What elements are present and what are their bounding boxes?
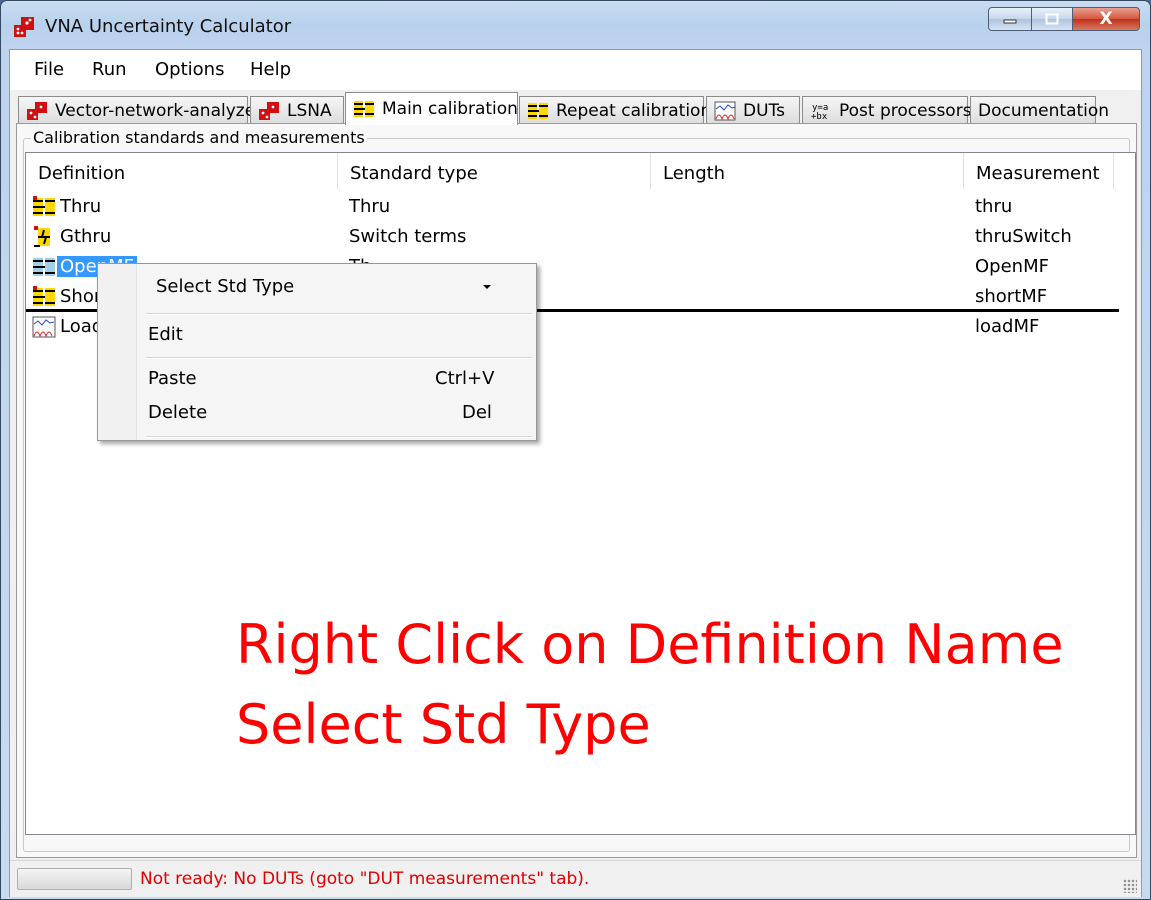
standards-list[interactable]: Definition Standard type Length Measurem… bbox=[25, 152, 1136, 835]
cell-standard-type: Thru bbox=[349, 196, 391, 217]
main-window: VNA Uncertainty Calculator X File Run Op… bbox=[0, 0, 1151, 900]
column-measurement[interactable]: Measurement bbox=[964, 153, 1114, 189]
cell-definition: Thru bbox=[60, 196, 102, 217]
tab-duts[interactable]: DUTs bbox=[706, 96, 800, 124]
menu-separator bbox=[146, 436, 532, 438]
tab-label: Repeat calibration bbox=[556, 100, 712, 121]
app-icon bbox=[14, 17, 34, 37]
calibration-icon bbox=[528, 102, 548, 119]
column-standard-type[interactable]: Standard type bbox=[338, 153, 651, 189]
progress-bar bbox=[17, 868, 132, 890]
vna-icon bbox=[27, 101, 47, 120]
graph-icon bbox=[32, 316, 56, 338]
tab-post-processors[interactable]: y=a +bx Post processors bbox=[802, 96, 972, 124]
annotation-line-2: Select Std Type bbox=[236, 693, 651, 756]
paste-shortcut: Ctrl+V bbox=[435, 368, 495, 389]
table-row[interactable]: Thru Thru thru bbox=[26, 193, 1135, 223]
menu-run[interactable]: Run bbox=[92, 59, 127, 80]
table-row[interactable]: Gthru Switch terms thruSwitch bbox=[26, 223, 1135, 253]
status-bar: Not ready: No DUTs (goto "DUT measuremen… bbox=[10, 860, 1141, 897]
status-text: Not ready: No DUTs (goto "DUT measuremen… bbox=[140, 869, 590, 889]
cell-definition: Gthru bbox=[60, 226, 112, 247]
window-controls: X bbox=[988, 7, 1140, 31]
cell-measurement: OpenMF bbox=[975, 256, 1049, 277]
group-label: Calibration standards and measurements bbox=[31, 128, 367, 147]
list-header: Definition Standard type Length Measurem… bbox=[26, 153, 1135, 189]
tab-documentation[interactable]: Documentation bbox=[970, 96, 1109, 124]
annotation-line-1: Right Click on Definition Name bbox=[236, 613, 1064, 676]
cell-measurement: loadMF bbox=[975, 316, 1040, 337]
cell-standard-type: Switch terms bbox=[349, 226, 467, 247]
title-bar[interactable]: VNA Uncertainty Calculator X bbox=[1, 1, 1150, 49]
switch-icon bbox=[34, 226, 50, 247]
svg-text:+bx: +bx bbox=[811, 112, 828, 121]
cell-measurement: thru bbox=[975, 196, 1013, 217]
context-paste[interactable]: Paste bbox=[148, 368, 197, 389]
column-definition[interactable]: Definition bbox=[26, 153, 338, 189]
close-button[interactable]: X bbox=[1072, 7, 1140, 31]
tab-label: Documentation bbox=[978, 100, 1110, 121]
main-calibration-panel: Calibration standards and measurements D… bbox=[16, 123, 1137, 858]
tab-repeat-calibration[interactable]: Repeat calibration bbox=[519, 96, 711, 124]
context-edit[interactable]: Edit bbox=[148, 324, 183, 345]
tab-label: Main calibration bbox=[382, 99, 518, 119]
cell-measurement: shortMF bbox=[975, 286, 1048, 307]
tab-label: DUTs bbox=[743, 100, 785, 121]
tab-label: Post processors bbox=[839, 100, 972, 121]
delete-shortcut: Del bbox=[462, 402, 492, 423]
menu-file[interactable]: File bbox=[34, 59, 64, 80]
menu-separator bbox=[146, 313, 532, 315]
client-area: File Run Options Help Vector-network-ana… bbox=[9, 49, 1142, 897]
cell-measurement: thruSwitch bbox=[975, 226, 1072, 247]
formula-icon: y=a+bx bbox=[811, 103, 828, 121]
tab-label: LSNA bbox=[287, 100, 332, 121]
dropdown-arrow-icon bbox=[483, 285, 491, 289]
context-menu: Select Std Type Edit Paste Ctrl+V Delete… bbox=[97, 263, 537, 441]
calibration-icon bbox=[33, 286, 55, 306]
resize-grip-icon[interactable] bbox=[1123, 879, 1137, 893]
graph-icon bbox=[714, 101, 736, 120]
tab-vector-network-analyzer[interactable]: Vector-network-analyzer bbox=[18, 96, 262, 124]
context-select-std-type[interactable]: Select Std Type bbox=[156, 276, 294, 297]
column-length[interactable]: Length bbox=[651, 153, 964, 189]
menu-help[interactable]: Help bbox=[250, 59, 291, 80]
calibration-icon bbox=[354, 101, 374, 117]
menu-options[interactable]: Options bbox=[155, 59, 224, 80]
tab-main-calibration[interactable]: Main calibration bbox=[345, 92, 518, 125]
calibration-icon bbox=[33, 196, 55, 216]
context-delete[interactable]: Delete bbox=[148, 402, 207, 423]
minimize-button[interactable] bbox=[988, 7, 1032, 31]
context-menu-gutter bbox=[98, 264, 137, 440]
maximize-icon bbox=[1045, 13, 1059, 25]
tab-lsna[interactable]: LSNA bbox=[250, 96, 344, 124]
window-title: VNA Uncertainty Calculator bbox=[45, 16, 292, 37]
minimize-icon bbox=[1003, 19, 1017, 24]
tab-label: Vector-network-analyzer bbox=[55, 100, 263, 121]
menu-bar: File Run Options Help bbox=[10, 50, 1141, 90]
vna-icon bbox=[259, 101, 279, 120]
calibration-icon bbox=[33, 258, 55, 276]
menu-separator bbox=[146, 357, 532, 359]
maximize-button[interactable] bbox=[1031, 7, 1073, 31]
